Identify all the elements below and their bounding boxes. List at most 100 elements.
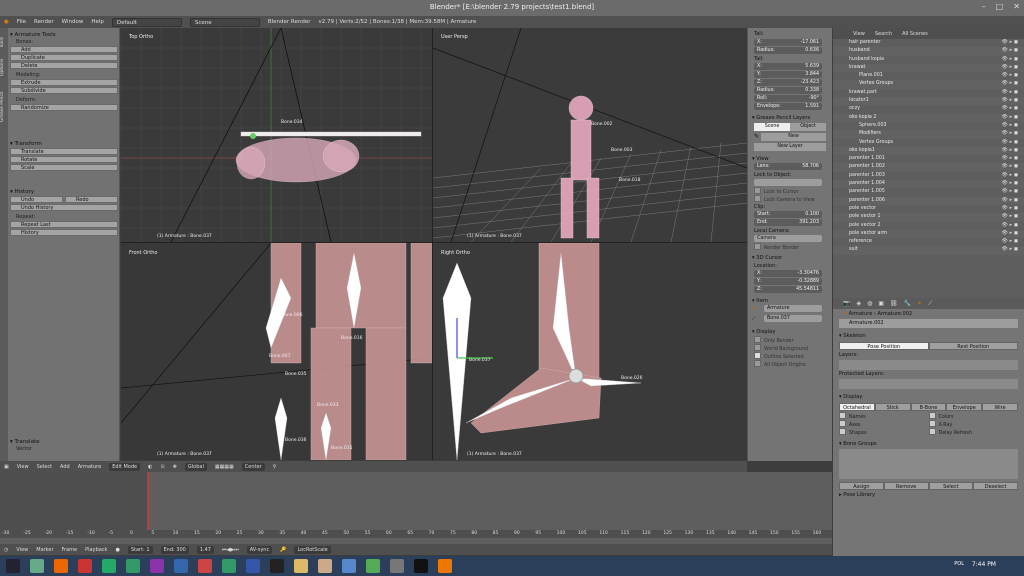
new-layer-button[interactable]: New Layer [754, 143, 826, 151]
view-panel-header[interactable]: ▾ View [748, 155, 832, 163]
deselect-button[interactable]: Deselect [973, 482, 1018, 490]
wire-button[interactable]: Wire [982, 403, 1018, 411]
tab-scene[interactable]: Scene [754, 123, 790, 131]
viewport-shading-icon[interactable]: ◐ [148, 464, 152, 470]
outliner-item[interactable]: reference 👁▸◼ [833, 238, 1024, 246]
visibility-toggle-icons[interactable]: 👁▸◼ [1002, 188, 1020, 196]
only-render-checkbox[interactable]: Only Render [748, 336, 832, 344]
app-icon[interactable] [414, 559, 428, 573]
mode-select[interactable]: Edit Mode [109, 462, 141, 471]
menu-select[interactable]: Select [37, 464, 52, 470]
pivot-center-select[interactable]: Center [241, 462, 265, 471]
sync-select[interactable]: AV-sync [246, 545, 273, 554]
tab-object[interactable]: Object [790, 123, 826, 131]
visibility-toggle-icons[interactable]: 👁▸◼ [1002, 163, 1020, 171]
cursor-z-field[interactable]: Z: 45.54811 [748, 286, 832, 294]
screen-layout-select[interactable]: Default [111, 17, 182, 27]
colors-checkbox[interactable]: Colors [929, 412, 1019, 420]
translate-button[interactable]: Translate [10, 148, 118, 155]
app-icon[interactable] [342, 559, 356, 573]
repeat-last-button[interactable]: Repeat Last [10, 221, 118, 228]
bone-tab-icon[interactable]: ⟋ [928, 300, 932, 308]
lock-camera-checkbox[interactable]: Lock Camera to View [748, 195, 832, 203]
app-icon[interactable] [366, 559, 380, 573]
start-button-icon[interactable] [6, 559, 20, 573]
onenote-icon[interactable] [150, 559, 164, 573]
envelope-button[interactable]: Envelope [946, 403, 983, 411]
outliner-item[interactable]: parenter 1.006 👁▸◼ [833, 196, 1024, 205]
scene-select[interactable]: Scene [189, 17, 260, 27]
select-button[interactable]: Select [928, 482, 974, 490]
protected-layers-grid[interactable] [839, 379, 1018, 389]
panel-header[interactable]: ▾ Armature Tools [10, 31, 118, 39]
tail-radius-field[interactable]: Radius: 0.338 [748, 87, 832, 95]
app-icon[interactable] [78, 559, 92, 573]
item-panel-header[interactable]: ▾ Item [748, 297, 832, 305]
tab-grease-pencil[interactable]: Grease Pencil [0, 82, 8, 132]
menu-playback[interactable]: Playback [85, 547, 107, 553]
chrome-icon[interactable] [102, 559, 116, 573]
lock-to-cursor-checkbox[interactable]: Lock to Cursor [748, 187, 832, 195]
remove-button[interactable]: Remove [883, 482, 929, 490]
blender-logo-icon[interactable]: ◉ [4, 19, 9, 25]
undo-button[interactable]: Undo [10, 196, 63, 203]
app-icon[interactable] [390, 559, 404, 573]
tail-y-field[interactable]: Y: 3.844 [748, 71, 832, 79]
visibility-toggle-icons[interactable]: 👁▸◼ [1002, 222, 1020, 230]
scene-tab-icon[interactable]: ◈ [856, 300, 861, 307]
cursor-y-field[interactable]: Y: -0.32889 [748, 278, 832, 286]
data-tab-icon[interactable]: ✦ [917, 300, 922, 307]
visibility-toggle-icons[interactable]: 👁▸◼ [1002, 238, 1020, 246]
outliner-item[interactable]: locator1 👁▸◼ [833, 97, 1024, 106]
tab-tools[interactable]: Tools [0, 32, 8, 52]
scale-button[interactable]: Scale [10, 164, 118, 171]
visibility-toggle-icons[interactable]: 👁▸◼ [1002, 56, 1020, 64]
modifiers-tab-icon[interactable]: 🔧 [904, 300, 911, 307]
outliner-item[interactable]: Plane.001 👁▸◼ [833, 72, 1024, 80]
visibility-toggle-icons[interactable]: 👁▸◼ [1002, 114, 1020, 122]
grease-pencil-header[interactable]: ▾ Grease Pencil Layers [748, 114, 832, 122]
menu-add[interactable]: Add [60, 464, 70, 470]
pivot-icon[interactable]: ⊙ [161, 464, 165, 470]
quad-viewport[interactable]: Top Ortho User Persp Front Ortho Right O… [121, 28, 747, 460]
visibility-toggle-icons[interactable]: 👁▸◼ [1002, 139, 1020, 147]
publisher-icon[interactable] [222, 559, 236, 573]
display-panel-header[interactable]: ▾ Display [748, 328, 832, 336]
outliner-item[interactable]: krawat 👁▸◼ [833, 63, 1024, 73]
outliner-item[interactable]: parenter 1.002 👁▸◼ [833, 163, 1024, 172]
menu-view[interactable]: View [17, 464, 29, 470]
render-engine-select[interactable]: Blender Render [268, 19, 311, 25]
names-checkbox[interactable]: Names [839, 412, 929, 420]
outliner-item[interactable]: oko kopia1 👁▸◼ [833, 146, 1024, 156]
blender-taskbar-icon[interactable] [438, 559, 452, 573]
constraints-tab-icon[interactable]: ⛓ [890, 300, 898, 307]
duplicate-button[interactable]: Duplicate [10, 54, 118, 61]
folder-icon[interactable] [294, 559, 308, 573]
visibility-toggle-icons[interactable]: 👁▸◼ [1002, 72, 1020, 80]
viewport-canvas[interactable] [121, 28, 747, 460]
layers-grid[interactable] [839, 360, 1018, 370]
visibility-toggle-icons[interactable]: 👁▸◼ [1002, 172, 1020, 180]
render-border-checkbox[interactable]: Render Border [748, 243, 832, 251]
panel-header[interactable]: ▾ History [10, 188, 118, 196]
redo-button[interactable]: Redo [65, 196, 118, 203]
end-frame-field[interactable]: End: 300 [160, 545, 189, 554]
manipulator-icon[interactable]: ✥ [173, 464, 177, 470]
camera-field[interactable]: Camera [748, 235, 832, 243]
system-clock[interactable]: 7:44 PM [972, 561, 996, 568]
panel-header[interactable]: ▾ Translate [10, 438, 118, 446]
visibility-toggle-icons[interactable]: 👁▸◼ [1002, 213, 1020, 221]
excel-icon[interactable] [126, 559, 140, 573]
outliner-item[interactable]: parenter 1.004 👁▸◼ [833, 180, 1024, 189]
start-frame-field[interactable]: Start: 1 [127, 545, 153, 554]
tail-x-field[interactable]: X: 5.639 [748, 63, 832, 71]
outliner-item[interactable]: husband kopia 👁▸◼ [833, 56, 1024, 64]
object-tab-icon[interactable]: ▣ [878, 300, 884, 307]
keying-set-select[interactable]: LocRotScale [294, 545, 331, 554]
render-tab-icon[interactable]: 📷 [843, 300, 850, 307]
visibility-toggle-icons[interactable]: 👁▸◼ [1002, 230, 1020, 238]
outliner-item[interactable]: oczy 👁▸◼ [833, 105, 1024, 113]
menu-armature[interactable]: Armature [78, 464, 101, 470]
input-language-indicator[interactable]: POL [954, 561, 964, 567]
outlook-icon[interactable] [174, 559, 188, 573]
